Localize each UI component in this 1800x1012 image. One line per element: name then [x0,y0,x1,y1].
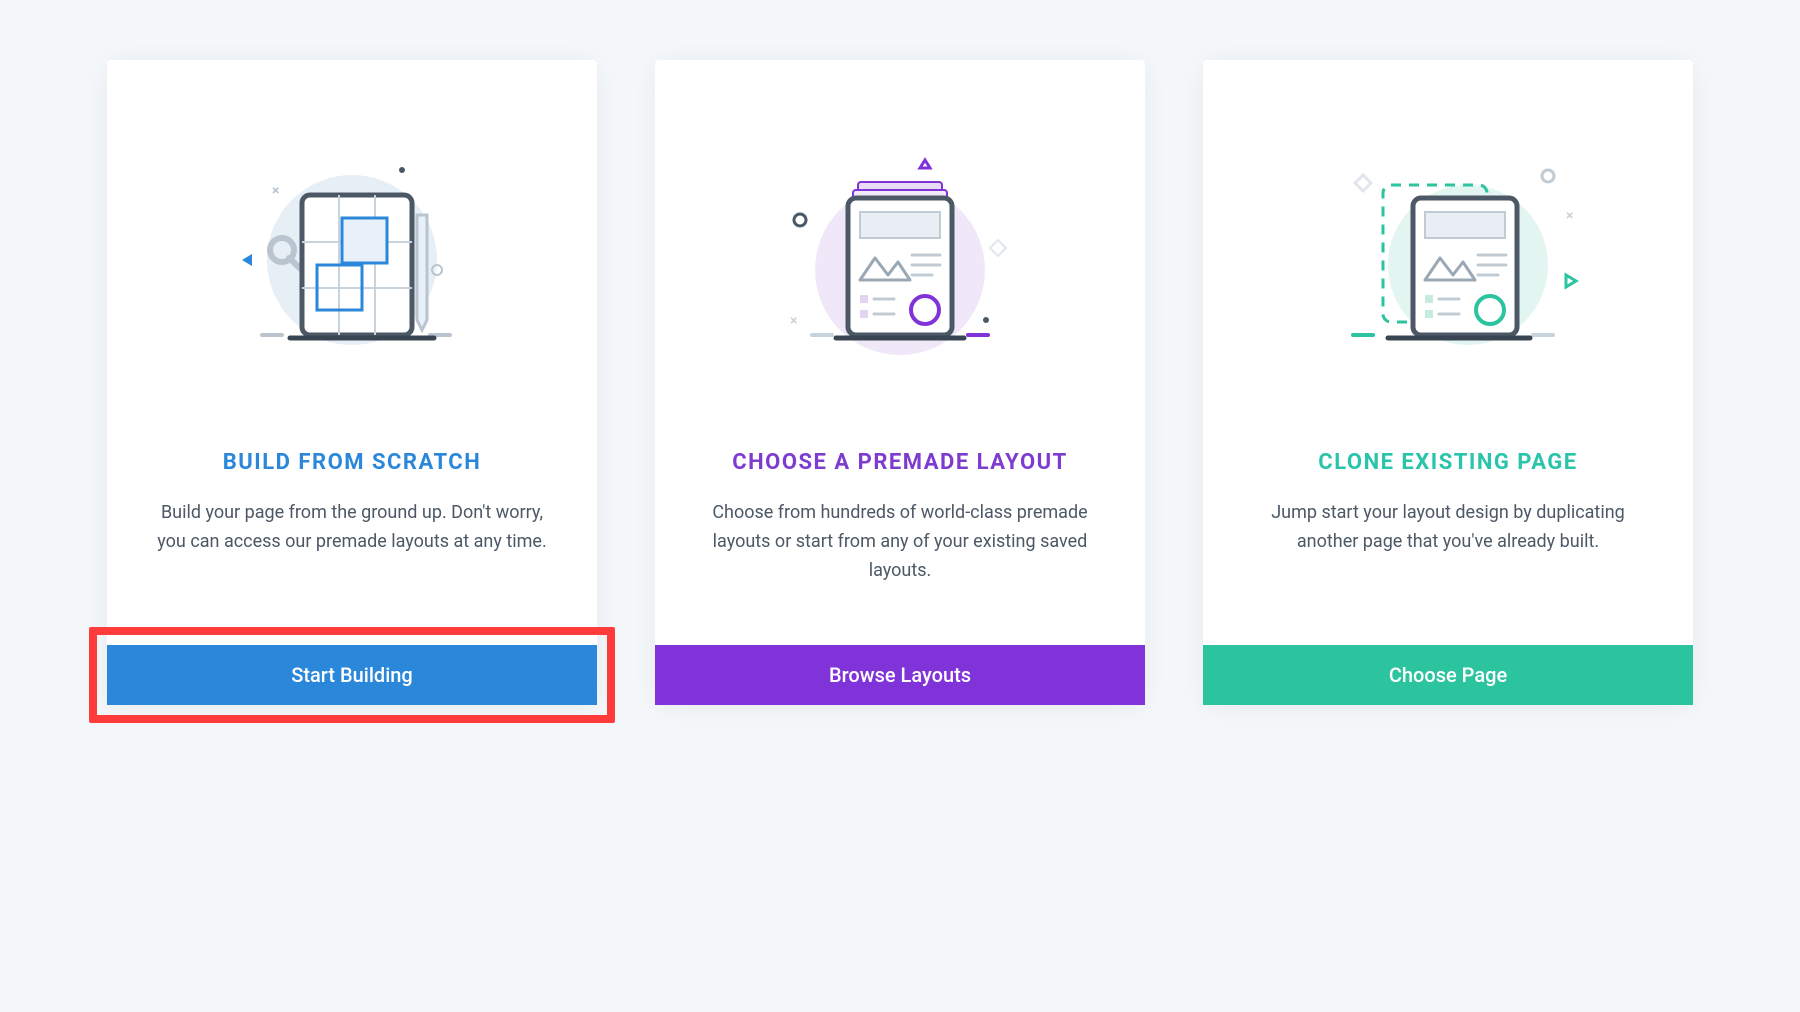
start-building-button[interactable]: Start Building [107,645,597,705]
svg-text:×: × [1566,208,1573,224]
card-description: Build your page from the ground up. Don'… [152,499,552,557]
card-description: Jump start your layout design by duplica… [1248,499,1648,557]
build-from-scratch-illustration: × [212,140,492,380]
premade-layout-illustration: × [760,140,1040,380]
svg-text:×: × [272,183,279,199]
card-clone-page: × [1203,60,1693,705]
card-content: × [1203,60,1693,645]
card-title: CHOOSE A PREMADE LAYOUT [732,450,1068,475]
card-title: CLONE EXISTING PAGE [1318,450,1577,475]
card-premade-layout: × [655,60,1145,705]
card-content: × [107,60,597,645]
card-title: BUILD FROM SCRATCH [223,450,481,475]
browse-layouts-button[interactable]: Browse Layouts [655,645,1145,705]
option-cards-container: × [107,60,1693,705]
card-build-from-scratch: × [107,60,597,705]
card-description: Choose from hundreds of world-class prem… [700,499,1100,585]
svg-text:×: × [790,313,797,329]
choose-page-button[interactable]: Choose Page [1203,645,1693,705]
card-content: × [655,60,1145,645]
clone-page-illustration: × [1308,140,1588,380]
